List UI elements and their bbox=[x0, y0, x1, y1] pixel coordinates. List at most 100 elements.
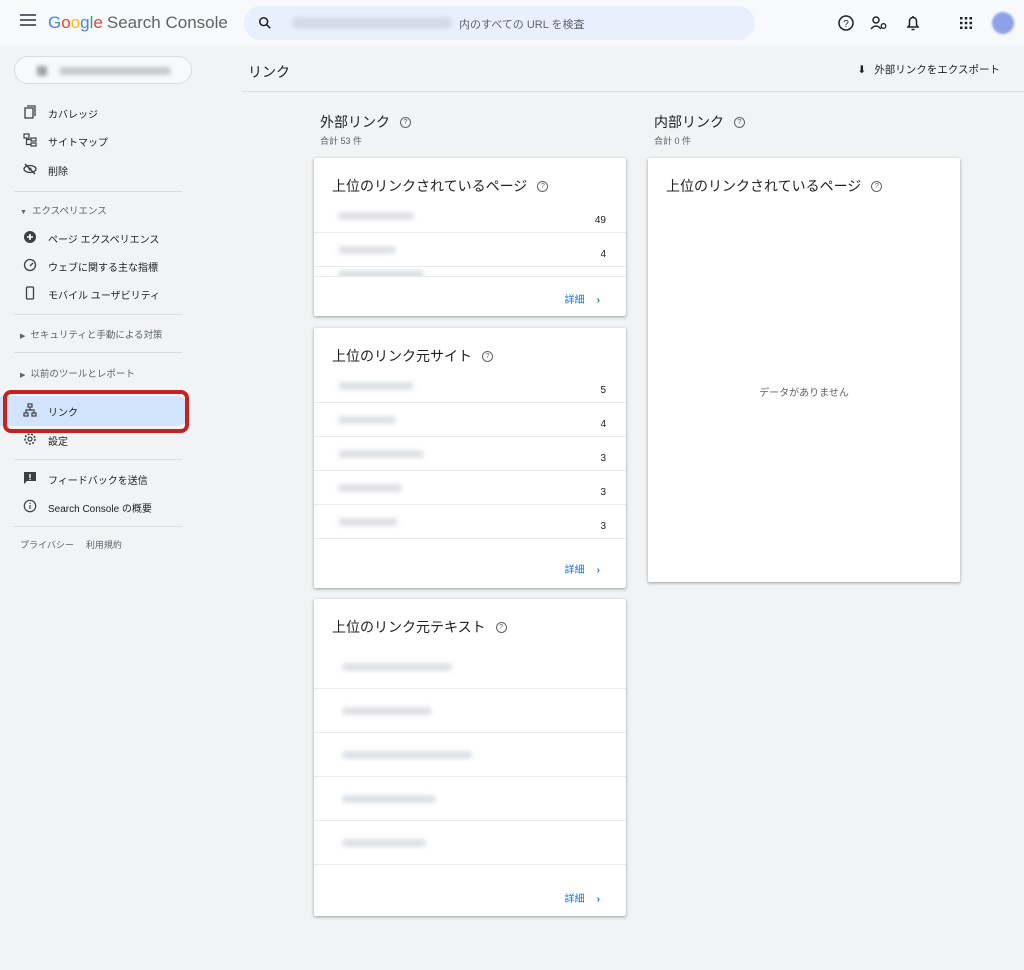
table-row[interactable] bbox=[314, 821, 626, 865]
card-title: 上位のリンク元サイト? bbox=[332, 346, 493, 366]
triangle-right-icon: ▶ bbox=[20, 372, 26, 379]
terms-link[interactable]: 利用規約 bbox=[86, 540, 122, 550]
download-icon: ⬇ bbox=[857, 64, 867, 76]
link-count: 5 bbox=[600, 385, 606, 396]
details-link[interactable]: 詳細 › bbox=[565, 561, 600, 576]
internal-links-total: 合計 0 件 bbox=[654, 136, 692, 146]
settings-icon bbox=[24, 433, 36, 445]
external-links-total: 合計 53 件 bbox=[320, 136, 363, 146]
link-count: 3 bbox=[600, 453, 606, 464]
top-bar: Google Search Console 内のすべての URL を検査 ? bbox=[0, 0, 1024, 46]
footer-links: プライバシー 利用規約 bbox=[20, 538, 134, 551]
details-link[interactable]: 詳細 › bbox=[565, 291, 600, 306]
external-links-title: 外部リンク? bbox=[320, 112, 411, 132]
table-row[interactable]: 49 bbox=[314, 199, 626, 233]
link-count: 49 bbox=[594, 215, 606, 226]
highlight-annotation bbox=[3, 390, 189, 433]
sidebar-item-sitemaps[interactable]: サイトマップ bbox=[0, 126, 190, 154]
sidebar-item-coverage[interactable]: カバレッジ bbox=[0, 98, 190, 126]
triangle-down-icon: ▼ bbox=[20, 209, 27, 216]
sidebar-item-label: 設定 bbox=[48, 437, 68, 448]
table-row[interactable]: 5 bbox=[314, 369, 626, 403]
triangle-right-icon: ▶ bbox=[20, 333, 26, 340]
privacy-link[interactable]: プライバシー bbox=[20, 540, 74, 550]
help-icon[interactable]: ? bbox=[400, 117, 411, 128]
chevron-right-icon: › bbox=[596, 295, 600, 306]
table-row[interactable]: 3 bbox=[314, 437, 626, 471]
help-icon[interactable]: ? bbox=[482, 351, 493, 362]
apps-grid-icon[interactable] bbox=[956, 13, 976, 33]
card-internal-top-linked-pages: 上位のリンクされているページ? データがありません bbox=[648, 158, 960, 582]
blurred-site bbox=[338, 518, 398, 526]
link-count: 3 bbox=[600, 521, 606, 532]
sidebar-item-label: ページ エクスペリエンス bbox=[48, 235, 160, 246]
manage-users-icon[interactable] bbox=[869, 13, 889, 33]
help-icon[interactable]: ? bbox=[495, 622, 507, 633]
card-top-linking-text: 上位のリンク元テキスト? 詳細 › bbox=[314, 599, 626, 916]
card-top-linking-sites: 上位のリンク元サイト? 5 4 3 3 3 詳細 › bbox=[314, 328, 626, 588]
help-icon[interactable]: ? bbox=[734, 117, 745, 128]
sitemap-icon bbox=[23, 133, 37, 147]
divider bbox=[14, 526, 182, 527]
table-row[interactable] bbox=[314, 733, 626, 777]
url-inspection-search[interactable]: 内のすべての URL を検査 bbox=[244, 6, 755, 40]
sidebar-item-label: ウェブに関する主な指標 bbox=[48, 263, 158, 274]
table-row[interactable] bbox=[314, 267, 626, 277]
blurred-anchor-text bbox=[342, 751, 472, 759]
blurred-anchor-text bbox=[342, 663, 452, 671]
export-external-links-button[interactable]: ⬇ 外部リンクをエクスポート bbox=[858, 62, 1001, 77]
chevron-right-icon: › bbox=[596, 565, 600, 576]
sidebar-item-label: フィードバックを送信 bbox=[48, 476, 148, 487]
table-row[interactable]: 4 bbox=[314, 233, 626, 267]
sidebar-item-mobile-usability[interactable]: モバイル ユーザビリティ bbox=[0, 279, 190, 307]
blurred-site bbox=[338, 416, 396, 424]
sidebar-item-label: Search Console の概要 bbox=[48, 504, 152, 515]
blurred-site bbox=[338, 382, 414, 390]
app-name: Search Console bbox=[106, 13, 228, 32]
table-row[interactable]: 4 bbox=[314, 403, 626, 437]
page-experience-icon bbox=[24, 231, 36, 243]
property-selector[interactable] bbox=[14, 56, 192, 84]
help-icon[interactable]: ? bbox=[871, 181, 883, 192]
app-logo[interactable]: Google Search Console bbox=[48, 13, 228, 33]
blurred-url bbox=[338, 246, 396, 254]
blurred-anchor-text bbox=[342, 839, 426, 847]
search-icon bbox=[258, 16, 271, 29]
link-count: 4 bbox=[600, 419, 606, 430]
search-placeholder: 内のすべての URL を検査 bbox=[459, 19, 585, 31]
sidebar-item-feedback[interactable]: フィードバックを送信 bbox=[0, 464, 190, 492]
divider bbox=[14, 191, 182, 192]
table-row[interactable]: 3 bbox=[314, 505, 626, 539]
menu-icon[interactable] bbox=[20, 14, 36, 28]
sidebar-item-label: モバイル ユーザビリティ bbox=[48, 291, 160, 302]
section-security[interactable]: ▶ セキュリティと手動による対策 bbox=[20, 327, 163, 341]
details-link[interactable]: 詳細 › bbox=[565, 890, 600, 905]
sidebar-item-page-experience[interactable]: ページ エクスペリエンス bbox=[0, 223, 190, 251]
card-top-linked-pages: 上位のリンクされているページ? 49 4 詳細 › bbox=[314, 158, 626, 316]
property-favicon-blurred bbox=[37, 66, 47, 76]
sidebar-item-label: サイトマップ bbox=[48, 138, 108, 149]
account-avatar[interactable] bbox=[992, 12, 1014, 34]
blurred-anchor-text bbox=[342, 795, 436, 803]
help-circle-icon[interactable]: ? bbox=[836, 13, 856, 33]
sidebar-item-removals[interactable]: 削除 bbox=[0, 155, 190, 183]
table-row[interactable]: 3 bbox=[314, 471, 626, 505]
card-title: 上位のリンクされているページ? bbox=[332, 176, 549, 196]
table-row[interactable] bbox=[314, 777, 626, 821]
section-legacy-tools[interactable]: ▶ 以前のツールとレポート bbox=[20, 366, 135, 380]
core-web-vitals-icon bbox=[23, 258, 37, 272]
link-count: 4 bbox=[600, 249, 606, 260]
section-experience[interactable]: ▼ エクスペリエンス bbox=[20, 203, 107, 217]
notifications-icon[interactable] bbox=[903, 13, 923, 33]
card-title: 上位のリンクされているページ? bbox=[666, 176, 883, 196]
info-icon bbox=[23, 499, 37, 513]
help-icon[interactable]: ? bbox=[537, 181, 549, 192]
empty-state: データがありません bbox=[759, 388, 849, 399]
sidebar-item-core-web-vitals[interactable]: ウェブに関する主な指標 bbox=[0, 251, 190, 279]
blurred-anchor-text bbox=[342, 707, 432, 715]
blurred-site bbox=[338, 484, 402, 492]
table-row[interactable] bbox=[314, 645, 626, 689]
sidebar-item-about[interactable]: Search Console の概要 bbox=[0, 492, 190, 520]
property-name-blurred bbox=[59, 67, 171, 75]
table-row[interactable] bbox=[314, 689, 626, 733]
